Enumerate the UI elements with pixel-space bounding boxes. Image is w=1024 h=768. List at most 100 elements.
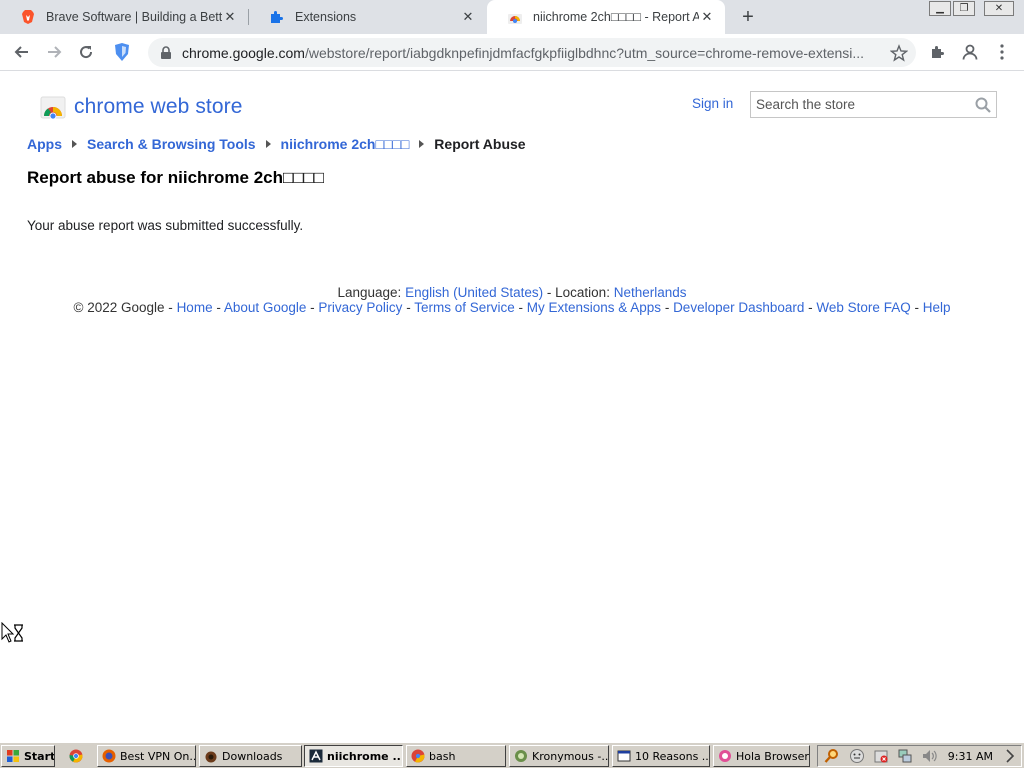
footer: Language: English (United States) - Loca… bbox=[0, 285, 1024, 315]
taskbar-label: Downloads bbox=[222, 749, 283, 763]
taskbar-button-downloads[interactable]: Downloads bbox=[199, 745, 302, 767]
breadcrumb-extension[interactable]: niichrome 2ch□□□□ bbox=[281, 136, 410, 152]
footer-link-privacy[interactable]: Privacy Policy bbox=[318, 300, 402, 315]
taskbar-button-10-reasons[interactable]: 10 Reasons ... bbox=[612, 745, 710, 767]
footer-link-my-extensions[interactable]: My Extensions & Apps bbox=[527, 300, 661, 315]
close-icon[interactable]: ✕ bbox=[222, 9, 238, 25]
cws-logo[interactable]: chrome web store bbox=[40, 94, 243, 120]
taskbar-button-bash[interactable]: bash bbox=[406, 745, 506, 767]
taskbar-label: 10 Reasons ... bbox=[635, 749, 710, 763]
search-input[interactable] bbox=[756, 97, 971, 112]
kronymous-icon bbox=[515, 750, 527, 762]
taskbar-label: Hola Browser bbox=[736, 749, 809, 763]
start-button[interactable]: Start bbox=[1, 745, 55, 767]
webstore-page: chrome web store Sign in Apps Search & B… bbox=[0, 72, 1024, 742]
footer-locale-line: Language: English (United States) - Loca… bbox=[0, 285, 1024, 300]
language-label: Language: bbox=[337, 285, 402, 300]
tab-brave[interactable]: Brave Software | Building a Better ✕ bbox=[0, 0, 248, 34]
hola-icon bbox=[719, 750, 731, 762]
taskbar-button-niichrome[interactable]: niichrome ... bbox=[304, 745, 403, 767]
taskbar-label: Best VPN On... bbox=[120, 749, 196, 763]
search-icon[interactable] bbox=[975, 97, 991, 113]
extensions-puzzle-icon[interactable] bbox=[925, 39, 951, 65]
taskbar-label: niichrome ... bbox=[327, 749, 403, 763]
location-label: - Location: bbox=[546, 285, 610, 300]
url-path: /webstore/report/iabgdknpefinjdmfacfgkpf… bbox=[304, 44, 865, 61]
taskbar-label: Kronymous -... bbox=[532, 749, 609, 763]
minimize-icon[interactable]: ▁ bbox=[929, 1, 951, 16]
forward-arrow-icon[interactable] bbox=[41, 39, 67, 65]
brave-lion-icon bbox=[22, 10, 34, 24]
footer-link-home[interactable]: Home bbox=[177, 300, 213, 315]
page-title: Report abuse for niichrome 2ch□□□□ bbox=[27, 168, 325, 187]
volume-icon[interactable] bbox=[921, 748, 937, 764]
success-message: Your abuse report was submitted successf… bbox=[27, 218, 304, 233]
close-icon[interactable]: ✕ bbox=[460, 9, 476, 25]
chrome-icon bbox=[411, 749, 425, 763]
lock-icon bbox=[161, 45, 171, 59]
back-arrow-icon[interactable] bbox=[9, 39, 35, 65]
address-bar[interactable]: chrome.google.com/webstore/report/iabgdk… bbox=[148, 38, 916, 67]
webstore-logo-icon bbox=[40, 96, 66, 120]
browser-toolbar: chrome.google.com/webstore/report/iabgdk… bbox=[0, 34, 1024, 71]
tab-title: niichrome 2ch□□□□ - Report Abuse bbox=[533, 10, 699, 24]
firefox-icon bbox=[102, 749, 116, 763]
breadcrumb-category[interactable]: Search & Browsing Tools bbox=[87, 136, 256, 152]
close-window-icon[interactable]: ✕ bbox=[984, 1, 1014, 16]
brave-shield-icon[interactable] bbox=[109, 39, 135, 65]
footer-link-about-google[interactable]: About Google bbox=[224, 300, 307, 315]
tab-report-abuse[interactable]: niichrome 2ch□□□□ - Report Abuse ✕ bbox=[487, 0, 725, 34]
puzzle-icon bbox=[271, 11, 283, 23]
security-tray-icon[interactable] bbox=[873, 748, 889, 764]
taskbar-button-kronymous[interactable]: Kronymous -... bbox=[509, 745, 609, 767]
breadcrumb-apps[interactable]: Apps bbox=[27, 136, 62, 152]
store-title: chrome web store bbox=[74, 95, 243, 118]
webstore-icon bbox=[508, 14, 522, 24]
store-search[interactable] bbox=[750, 91, 997, 118]
breadcrumb-arrow-icon bbox=[419, 140, 425, 148]
close-icon[interactable]: ✕ bbox=[699, 9, 715, 25]
terminal-icon bbox=[309, 749, 323, 763]
search-tray-icon[interactable] bbox=[824, 748, 840, 764]
profile-icon[interactable] bbox=[957, 39, 983, 65]
network-tray-icon[interactable] bbox=[897, 748, 913, 764]
restore-icon[interactable]: ❐ bbox=[953, 1, 975, 16]
url-text: chrome.google.com/webstore/report/iabgdk… bbox=[182, 45, 872, 61]
breadcrumb-arrow-icon bbox=[72, 140, 77, 148]
chrome-icon bbox=[69, 749, 83, 763]
breadcrumb-current: Report Abuse bbox=[434, 136, 526, 152]
breadcrumb-arrow-icon bbox=[265, 140, 271, 148]
windows-logo-icon bbox=[7, 750, 19, 762]
window-icon bbox=[617, 750, 631, 762]
smiley-tray-icon[interactable] bbox=[849, 748, 865, 764]
footer-link-help[interactable]: Help bbox=[923, 300, 951, 315]
footer-links-line: © 2022 Google - Home - About Google - Pr… bbox=[73, 300, 951, 315]
location-link[interactable]: Netherlands bbox=[614, 285, 687, 300]
breadcrumb: Apps Search & Browsing Tools niichrome 2… bbox=[27, 136, 526, 152]
footer-link-faq[interactable]: Web Store FAQ bbox=[816, 300, 910, 315]
copyright: © 2022 Google - bbox=[73, 300, 173, 315]
bookmark-star-icon[interactable] bbox=[890, 43, 908, 62]
reload-icon[interactable] bbox=[73, 39, 99, 65]
footer-link-developer-dashboard[interactable]: Developer Dashboard bbox=[673, 300, 804, 315]
quicklaunch-chrome[interactable] bbox=[64, 745, 92, 767]
menu-kebab-icon[interactable] bbox=[989, 39, 1015, 65]
tab-strip: Brave Software | Building a Better ✕ Ext… bbox=[0, 0, 1024, 34]
new-tab-icon[interactable]: + bbox=[737, 6, 759, 28]
taskbar-label: bash bbox=[429, 749, 456, 763]
taskbar-button-vpn[interactable]: Best VPN On... bbox=[97, 745, 196, 767]
taskbar-button-hola[interactable]: Hola Browser bbox=[713, 745, 810, 767]
tab-title: Brave Software | Building a Better bbox=[46, 10, 222, 24]
footer-link-terms[interactable]: Terms of Service bbox=[414, 300, 515, 315]
power-tray-icon[interactable] bbox=[1003, 748, 1017, 764]
taskbar: Start Best VPN On... Downloads niichrome… bbox=[0, 742, 1024, 768]
clock: 9:31 AM bbox=[947, 749, 993, 763]
start-label: Start bbox=[24, 749, 55, 763]
language-link[interactable]: English (United States) bbox=[405, 285, 543, 300]
downloads-icon bbox=[205, 751, 217, 763]
busy-cursor-icon bbox=[1, 622, 23, 643]
sign-in-link[interactable]: Sign in bbox=[692, 96, 733, 111]
tab-extensions[interactable]: Extensions ✕ bbox=[249, 0, 486, 34]
tab-title: Extensions bbox=[295, 10, 357, 24]
url-host: chrome.google.com bbox=[182, 44, 305, 61]
